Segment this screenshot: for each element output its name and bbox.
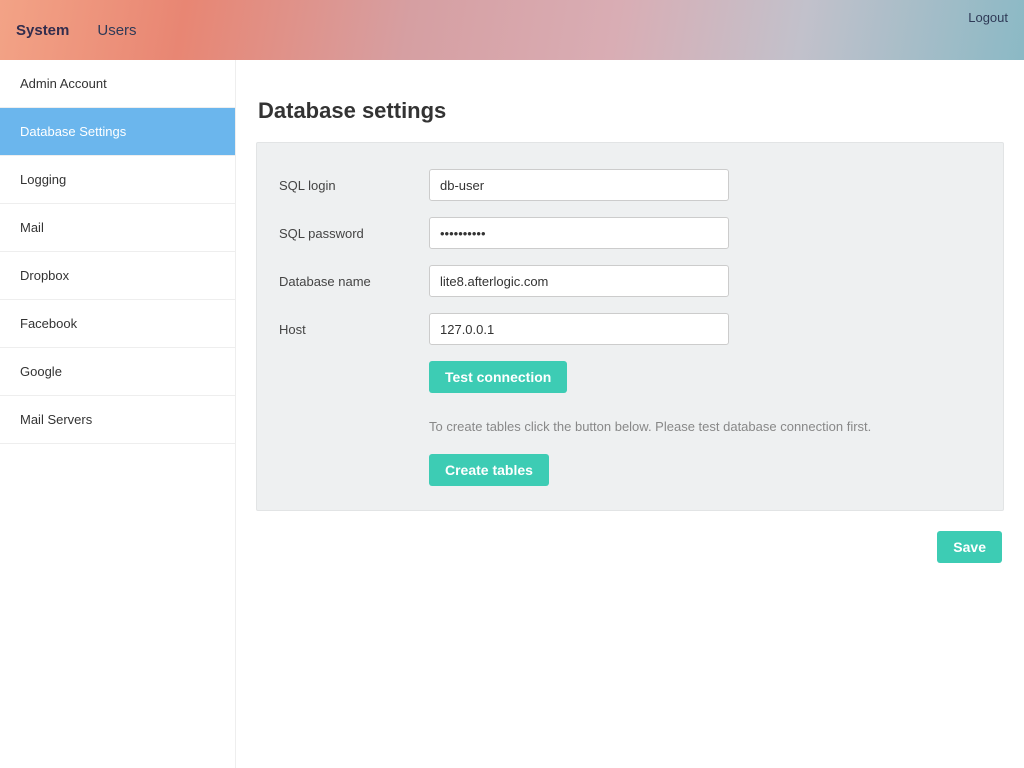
create-tables-button[interactable]: Create tables	[429, 454, 549, 486]
layout: Admin Account Database Settings Logging …	[0, 60, 1024, 768]
row-sql-login: SQL login	[279, 169, 981, 201]
nav-system[interactable]: System	[16, 22, 69, 39]
nav-users[interactable]: Users	[97, 22, 136, 39]
label-sql-password: SQL password	[279, 226, 429, 241]
sidebar-item-google[interactable]: Google	[0, 348, 235, 396]
sidebar-item-database-settings[interactable]: Database Settings	[0, 108, 235, 156]
sidebar: Admin Account Database Settings Logging …	[0, 60, 236, 768]
settings-panel: SQL login SQL password Database name Hos…	[256, 142, 1004, 511]
input-host[interactable]	[429, 313, 729, 345]
sidebar-item-facebook[interactable]: Facebook	[0, 300, 235, 348]
save-row: Save	[256, 531, 1004, 563]
save-button[interactable]: Save	[937, 531, 1002, 563]
sidebar-item-mail-servers[interactable]: Mail Servers	[0, 396, 235, 444]
label-sql-login: SQL login	[279, 178, 429, 193]
label-database-name: Database name	[279, 274, 429, 289]
test-connection-button[interactable]: Test connection	[429, 361, 567, 393]
row-test-connection: Test connection	[429, 361, 981, 393]
create-tables-hint: To create tables click the button below.…	[429, 419, 981, 434]
logout-link[interactable]: Logout	[968, 10, 1008, 25]
row-create-tables: Create tables	[429, 454, 981, 486]
row-host: Host	[279, 313, 981, 345]
topbar: System Users Logout	[0, 0, 1024, 60]
input-sql-login[interactable]	[429, 169, 729, 201]
row-database-name: Database name	[279, 265, 981, 297]
label-host: Host	[279, 322, 429, 337]
sidebar-item-dropbox[interactable]: Dropbox	[0, 252, 235, 300]
sidebar-item-admin-account[interactable]: Admin Account	[0, 60, 235, 108]
page-title: Database settings	[258, 98, 1004, 124]
sidebar-item-mail[interactable]: Mail	[0, 204, 235, 252]
input-sql-password[interactable]	[429, 217, 729, 249]
input-database-name[interactable]	[429, 265, 729, 297]
content: Database settings SQL login SQL password…	[236, 60, 1024, 768]
sidebar-item-logging[interactable]: Logging	[0, 156, 235, 204]
row-sql-password: SQL password	[279, 217, 981, 249]
